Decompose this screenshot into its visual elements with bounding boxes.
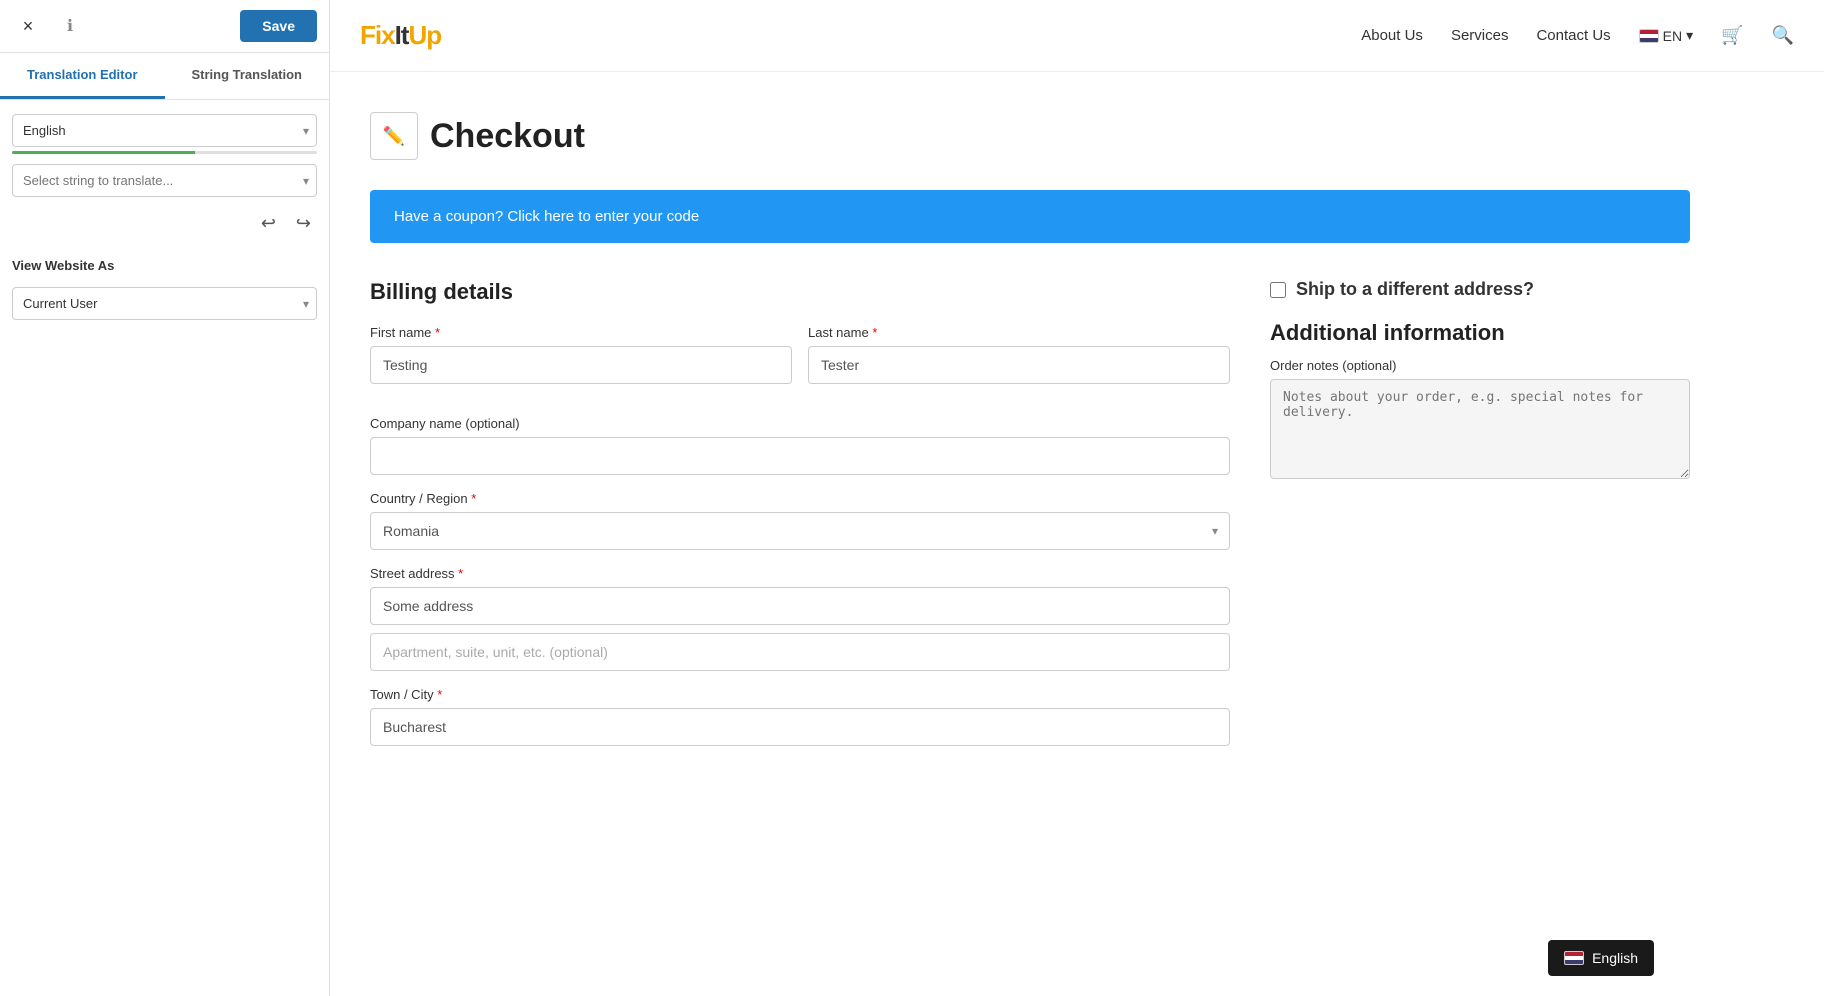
checkout-form-grid: Billing details First name * Last name *: [370, 279, 1690, 762]
street-required: *: [458, 566, 463, 581]
city-input[interactable]: [370, 708, 1230, 746]
info-button[interactable]: ℹ: [54, 10, 86, 42]
language-progress-bar: [12, 151, 317, 154]
ship-different-checkbox[interactable]: [1270, 282, 1286, 298]
last-name-label: Last name *: [808, 325, 1230, 340]
last-name-input[interactable]: [808, 346, 1230, 384]
first-name-group: First name *: [370, 325, 792, 384]
language-select[interactable]: English French Spanish German: [12, 114, 317, 147]
footer-lang-badge[interactable]: English: [1548, 940, 1654, 976]
edit-icon-box[interactable]: ✏️: [370, 112, 418, 160]
left-header: × ℹ Save: [0, 0, 329, 53]
first-name-label: First name *: [370, 325, 792, 340]
checkout-header: ✏️ Checkout: [370, 112, 1690, 160]
name-row: First name * Last name *: [370, 325, 1230, 400]
string-select-input[interactable]: [12, 164, 317, 197]
save-button[interactable]: Save: [240, 10, 317, 42]
order-notes-textarea[interactable]: [1270, 379, 1690, 479]
pencil-icon: ✏️: [383, 126, 405, 147]
site-logo[interactable]: FixItUp: [360, 20, 441, 51]
top-nav: FixItUp About Us Services Contact Us EN …: [330, 0, 1824, 72]
additional-info: Additional information Order notes (opti…: [1270, 320, 1690, 484]
last-name-required: *: [872, 325, 877, 340]
country-select-wrapper: Romania United States United Kingdom ▾: [370, 512, 1230, 550]
last-name-group: Last name *: [808, 325, 1230, 384]
close-button[interactable]: ×: [12, 10, 44, 42]
cart-icon[interactable]: 🛒: [1721, 25, 1743, 46]
undo-redo-controls: ↩ ↪: [12, 207, 317, 240]
country-group: Country / Region * Romania United States…: [370, 491, 1230, 550]
undo-button[interactable]: ↩: [255, 211, 282, 236]
view-as-select-wrapper: Current User Administrator Editor ▾: [12, 287, 317, 320]
nav-contact-us[interactable]: Contact Us: [1536, 27, 1610, 44]
shipping-section: Ship to a different address? Additional …: [1270, 279, 1690, 762]
street-address-label: Street address *: [370, 566, 1230, 581]
city-label: Town / City *: [370, 687, 1230, 702]
nav-about-us[interactable]: About Us: [1361, 27, 1423, 44]
language-switcher[interactable]: EN ▾: [1639, 27, 1693, 44]
checkout-title: Checkout: [430, 117, 585, 156]
search-icon[interactable]: 🔍: [1772, 25, 1794, 46]
string-select-wrapper: ▾: [12, 164, 317, 197]
nav-services[interactable]: Services: [1451, 27, 1509, 44]
main-area: FixItUp About Us Services Contact Us EN …: [330, 0, 1824, 996]
company-name-label: Company name (optional): [370, 416, 1230, 431]
logo-it: It: [395, 20, 409, 50]
view-as-select[interactable]: Current User Administrator Editor: [12, 287, 317, 320]
additional-info-title: Additional information: [1270, 320, 1690, 346]
view-as-label: View Website As: [12, 250, 317, 277]
lang-chevron-icon: ▾: [1686, 27, 1693, 44]
street-address-input[interactable]: [370, 587, 1230, 625]
country-select[interactable]: Romania United States United Kingdom: [370, 512, 1230, 550]
first-name-input[interactable]: [370, 346, 792, 384]
logo-fix: Fix: [360, 20, 395, 50]
nav-right: About Us Services Contact Us EN ▾ 🛒 🔍: [1361, 25, 1794, 46]
tab-string-translation[interactable]: String Translation: [165, 53, 330, 99]
footer-lang-label: English: [1592, 950, 1638, 966]
country-label: Country / Region *: [370, 491, 1230, 506]
flag-icon: [1639, 29, 1659, 43]
left-tabs: Translation Editor String Translation: [0, 53, 329, 100]
city-required: *: [437, 687, 442, 702]
tab-translation-editor[interactable]: Translation Editor: [0, 53, 165, 99]
city-group: Town / City *: [370, 687, 1230, 746]
page-content: ✏️ Checkout Have a coupon? Click here to…: [330, 72, 1730, 842]
left-panel: × ℹ Save Translation Editor String Trans…: [0, 0, 330, 996]
order-notes-label: Order notes (optional): [1270, 358, 1690, 373]
company-name-group: Company name (optional): [370, 416, 1230, 475]
country-required: *: [471, 491, 476, 506]
left-panel-content: English French Spanish German ▾ ▾ ↩ ↪ Vi…: [0, 100, 329, 334]
ship-title: Ship to a different address?: [1296, 279, 1534, 300]
lang-code: EN: [1663, 28, 1682, 44]
redo-button[interactable]: ↪: [290, 211, 317, 236]
coupon-banner[interactable]: Have a coupon? Click here to enter your …: [370, 190, 1690, 243]
street-address-group: Street address *: [370, 566, 1230, 671]
logo-up: Up: [408, 20, 441, 50]
billing-title: Billing details: [370, 279, 1230, 305]
apt-input[interactable]: [370, 633, 1230, 671]
company-name-input[interactable]: [370, 437, 1230, 475]
first-name-required: *: [435, 325, 440, 340]
language-select-wrapper: English French Spanish German ▾: [12, 114, 317, 147]
billing-section: Billing details First name * Last name *: [370, 279, 1230, 762]
ship-to-different-header: Ship to a different address?: [1270, 279, 1690, 300]
footer-flag-icon: [1564, 951, 1584, 965]
